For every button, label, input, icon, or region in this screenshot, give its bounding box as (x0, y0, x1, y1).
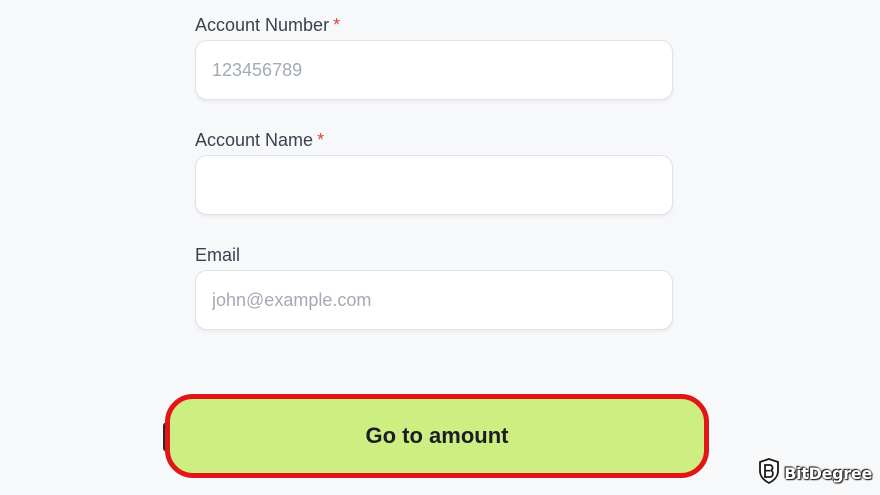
required-asterisk: * (333, 15, 341, 35)
go-to-amount-button[interactable]: Go to amount (165, 394, 709, 478)
bitdegree-shield-icon (758, 458, 780, 489)
account-name-label-text: Account Name (195, 130, 314, 150)
email-input[interactable] (195, 270, 673, 330)
account-number-label-text: Account Number (195, 15, 330, 35)
account-number-label: Account Number * (195, 15, 340, 36)
email-label-text: Email (195, 245, 241, 265)
account-name-input[interactable] (195, 155, 673, 215)
required-asterisk: * (317, 130, 325, 150)
account-name-label: Account Name * (195, 130, 324, 151)
submit-button-wrapper: Go to amount (163, 394, 711, 480)
email-label: Email (195, 245, 240, 266)
bitdegree-watermark: BitDegree (758, 458, 872, 489)
account-number-input[interactable] (195, 40, 673, 100)
watermark-text: BitDegree (784, 464, 872, 483)
